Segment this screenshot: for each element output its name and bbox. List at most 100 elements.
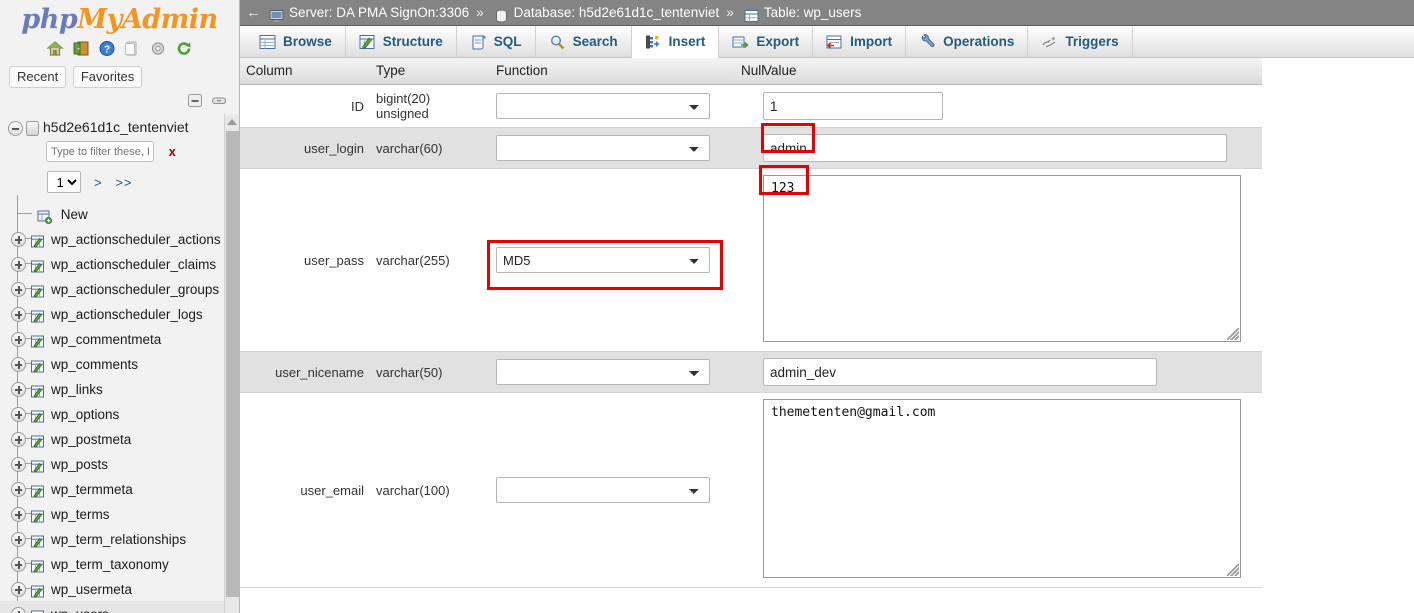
sidebar-table-wp-posts[interactable]: wp_posts: [0, 451, 226, 476]
database-root-node[interactable]: h5d2e61d1c_tentenviet: [0, 114, 226, 141]
breadcrumb-table[interactable]: Table: wp_users: [764, 0, 862, 26]
sidebar-table-label: wp_options: [51, 406, 120, 422]
sidebar-table-wp-terms[interactable]: wp_terms: [0, 501, 226, 526]
tab-insert[interactable]: Insert: [631, 26, 720, 58]
sidebar-table-wp-actionscheduler-actions[interactable]: wp_actionscheduler_actions: [0, 226, 226, 251]
last-page-link[interactable]: >>: [115, 175, 132, 190]
expand-table-icon[interactable]: [11, 306, 26, 322]
sidebar-table-wp-actionscheduler-logs[interactable]: wp_actionscheduler_logs: [0, 301, 226, 326]
table-filter-input[interactable]: [46, 141, 154, 162]
function-select-user-email[interactable]: [496, 477, 710, 503]
tab-search[interactable]: Search: [536, 26, 632, 57]
sidebar-table-label: wp_terms: [51, 506, 110, 522]
function-select-user-nicename[interactable]: [496, 359, 710, 385]
tree-branch-line: [18, 213, 32, 214]
row-column-name: ID: [240, 84, 370, 128]
expand-table-icon[interactable]: [11, 356, 26, 372]
content-right-filler: [1262, 117, 1414, 613]
value-textarea-user-pass[interactable]: 123: [763, 175, 1241, 342]
tab-sql[interactable]: SQL: [457, 26, 536, 57]
sidebar-table-wp-postmeta[interactable]: wp_postmeta: [0, 426, 226, 451]
sidebar-table-wp-term-relationships[interactable]: wp_term_relationships: [0, 526, 226, 551]
back-arrow-icon[interactable]: ←: [246, 0, 262, 26]
row-column-type: varchar(60): [370, 127, 490, 169]
recent-button[interactable]: Recent: [9, 66, 67, 88]
table-icon: [744, 6, 759, 22]
row-null-cell: [735, 351, 757, 393]
sidebar-table-wp-commentmeta[interactable]: wp_commentmeta: [0, 326, 226, 351]
expand-table-icon[interactable]: [11, 531, 26, 547]
tab-import[interactable]: Import: [813, 26, 907, 57]
sidebar-table-wp-actionscheduler-claims[interactable]: wp_actionscheduler_claims: [0, 251, 226, 276]
table-icon: [31, 282, 46, 298]
sidebar-table-wp-users[interactable]: wp_users: [0, 601, 226, 613]
expand-table-icon[interactable]: [11, 581, 26, 597]
sidebar-table-wp-actionscheduler-groups[interactable]: wp_actionscheduler_groups: [0, 276, 226, 301]
value-input-user-login[interactable]: [763, 134, 1227, 162]
sidebar-table-wp-comments[interactable]: wp_comments: [0, 351, 226, 376]
tab-label: Browse: [283, 34, 332, 49]
sidebar-table-wp-term-taxonomy[interactable]: wp_term_taxonomy: [0, 551, 226, 576]
tab-triggers[interactable]: Triggers: [1028, 26, 1133, 57]
sidebar-table-wp-usermeta[interactable]: wp_usermeta: [0, 576, 226, 601]
phpmyadmin-logo[interactable]: phpMyAdmin: [0, 0, 239, 33]
link-with-main-panel-icon[interactable]: [211, 93, 227, 108]
sidebar-table-label: wp_links: [51, 381, 103, 397]
sidebar-table-wp-termmeta[interactable]: wp_termmeta: [0, 476, 226, 501]
home-icon[interactable]: [46, 40, 65, 57]
sidebar-table-wp-links[interactable]: wp_links: [0, 376, 226, 401]
tab-browse[interactable]: Browse: [246, 26, 346, 57]
function-select-id[interactable]: [496, 93, 710, 119]
breadcrumb-server[interactable]: Server: DA PMA SignOn:3306: [289, 0, 469, 26]
new-table-item[interactable]: New: [0, 201, 226, 226]
value-textarea-user-email[interactable]: themetenten@gmail.com: [763, 399, 1241, 578]
database-name[interactable]: h5d2e61d1c_tentenviet: [43, 119, 189, 135]
row-null-cell: [735, 127, 757, 169]
expand-table-icon[interactable]: [11, 406, 26, 422]
collapse-panel-icon[interactable]: [187, 93, 203, 108]
expand-table-icon[interactable]: [11, 231, 26, 247]
function-select-user-login[interactable]: [496, 135, 710, 161]
help-question-icon[interactable]: ?: [98, 40, 116, 57]
value-input-id[interactable]: [763, 92, 943, 120]
scrollbar-thumb[interactable]: [226, 131, 239, 597]
collapse-database-icon[interactable]: [8, 120, 23, 136]
database-tree: h5d2e61d1c_tentenviet x 1 > >>: [0, 114, 226, 613]
function-select-user-pass[interactable]: MD5: [496, 247, 710, 273]
expand-table-icon[interactable]: [11, 431, 26, 447]
tab-operations[interactable]: Operations: [906, 26, 1029, 57]
table-icon: [31, 507, 46, 523]
expand-table-icon[interactable]: [11, 381, 26, 397]
table-icon: [31, 307, 46, 323]
sidebar-scrollbar[interactable]: [224, 114, 239, 613]
sidebar-table-label: wp_posts: [51, 456, 109, 472]
expand-table-icon[interactable]: [11, 481, 26, 497]
clear-filter-button[interactable]: x: [169, 144, 176, 159]
table-list: New wp_actionscheduler_actions wp_actions…: [0, 195, 226, 613]
sidebar-table-wp-options[interactable]: wp_options: [0, 401, 226, 426]
next-page-link[interactable]: >: [94, 175, 103, 190]
breadcrumb-database[interactable]: Database: h5d2e61d1c_tentenviet: [514, 0, 720, 26]
value-input-user-nicename[interactable]: [763, 358, 1157, 386]
tab-structure[interactable]: Structure: [346, 26, 457, 57]
expand-table-icon[interactable]: [11, 281, 26, 297]
logout-icon[interactable]: [72, 40, 90, 57]
expand-table-icon[interactable]: [11, 556, 26, 572]
scroll-up-arrow-icon[interactable]: [227, 119, 237, 125]
expand-table-icon[interactable]: [11, 606, 26, 613]
table-icon: [31, 457, 46, 473]
logo-admin: Admin: [121, 4, 218, 35]
settings-gear-icon[interactable]: [149, 40, 167, 57]
expand-table-icon[interactable]: [11, 256, 26, 272]
sidebar-table-label: wp_users: [51, 607, 109, 613]
expand-table-icon[interactable]: [11, 456, 26, 472]
expand-table-icon[interactable]: [11, 331, 26, 347]
reload-refresh-icon[interactable]: [175, 40, 193, 57]
tab-export[interactable]: Export: [719, 26, 814, 57]
row-column-name: user_pass: [240, 168, 370, 352]
favorites-button[interactable]: Favorites: [72, 66, 143, 88]
expand-table-icon[interactable]: [11, 506, 26, 522]
header-null: Null: [735, 58, 764, 85]
page-number-select[interactable]: 1: [47, 171, 82, 193]
documentation-icon[interactable]: [123, 40, 141, 57]
